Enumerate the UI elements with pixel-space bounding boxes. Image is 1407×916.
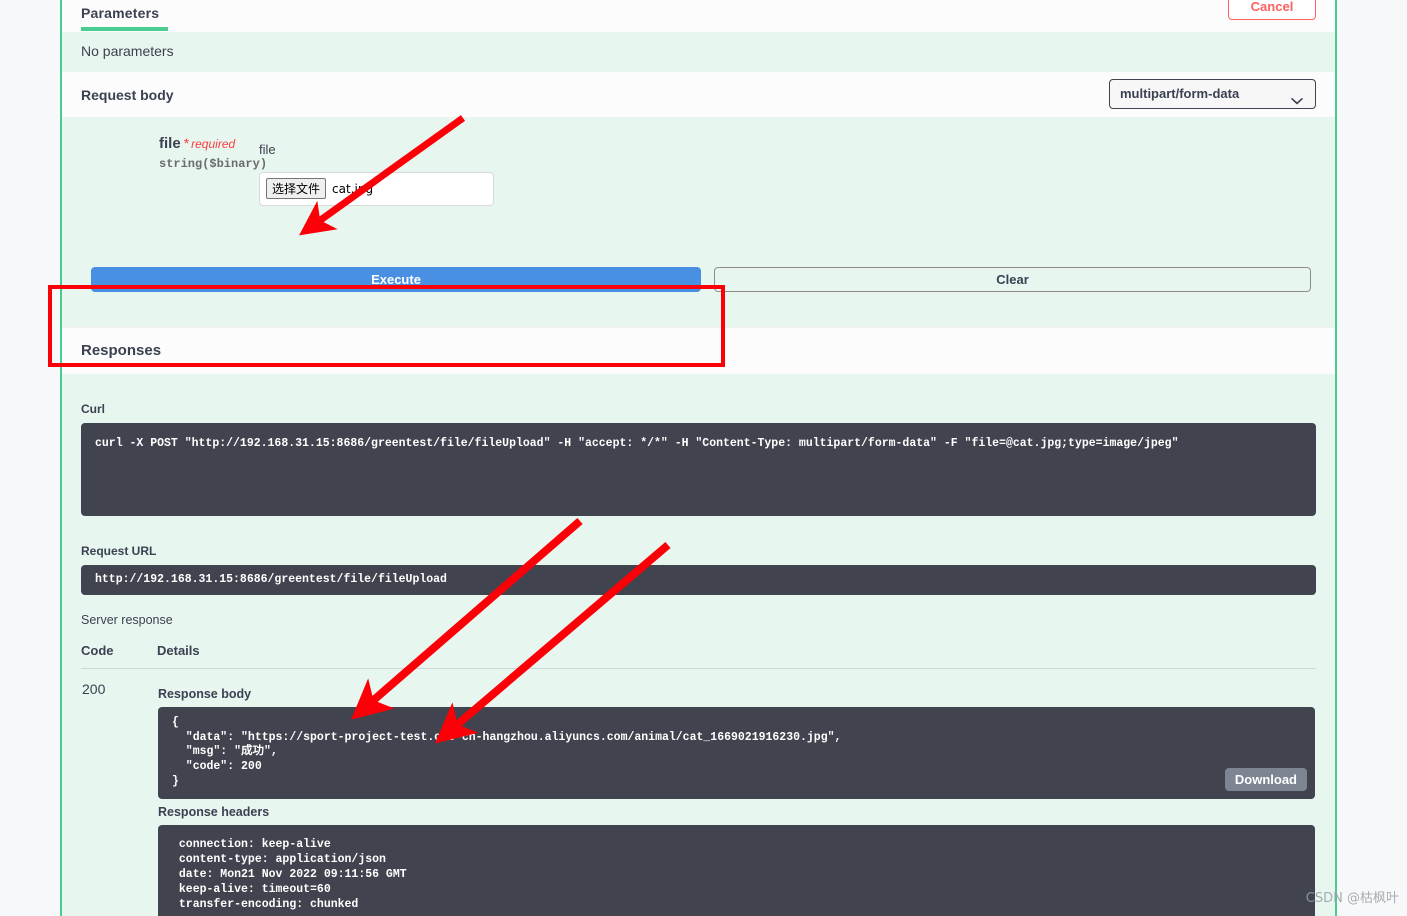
- clear-button[interactable]: Clear: [714, 267, 1311, 292]
- execute-row: Execute Clear: [62, 239, 1335, 327]
- tab-active-underline: [81, 27, 168, 31]
- table-row: 200 Response body { "data": "https://spo…: [81, 669, 1316, 916]
- response-headers-label: Response headers: [158, 804, 270, 819]
- parameter-name-column: file * required string($binary): [159, 135, 268, 171]
- tab-parameters[interactable]: Parameters: [81, 0, 159, 21]
- chevron-down-svg: [1291, 98, 1303, 105]
- cancel-button[interactable]: Cancel: [1228, 0, 1316, 20]
- server-response-table: Code Details 200 Response body { "data":…: [81, 637, 1316, 916]
- file-parameter-block: file * required string($binary) file 选择文件 c…: [62, 117, 1335, 239]
- media-type-value: multipart/form-data: [1120, 86, 1240, 101]
- parameter-description: file: [259, 142, 276, 157]
- column-header-details: Details: [157, 637, 1316, 669]
- required-label: required: [191, 137, 236, 151]
- responses-content: Curl curl -X POST "http://192.168.31.15:…: [62, 374, 1335, 916]
- file-input[interactable]: 选择文件 cat.jpg: [259, 172, 494, 206]
- response-body-label: Response body: [158, 687, 252, 701]
- response-code: 200: [82, 681, 106, 697]
- curl-code-block[interactable]: curl -X POST "http://192.168.31.15:8686/…: [81, 423, 1316, 516]
- table-header-row: Code Details: [81, 637, 1316, 669]
- response-body-block[interactable]: { "data": "https://sport-project-test.os…: [158, 707, 1315, 799]
- response-details-cell: Response body { "data": "https://sport-p…: [157, 669, 1316, 916]
- request-body-label: Request body: [81, 87, 174, 103]
- responses-heading: Responses: [62, 327, 1335, 374]
- watermark: CSDN @枯枫叶: [1305, 891, 1399, 906]
- request-url-value[interactable]: http://192.168.31.15:8686/greentest/file…: [81, 565, 1316, 595]
- request-url-label: Request URL: [81, 544, 157, 558]
- panel-tab-header: Parameters Cancel: [62, 0, 1335, 32]
- screenshot-root: Parameters Cancel No parameters Request …: [0, 0, 1407, 916]
- column-header-code: Code: [81, 637, 157, 669]
- request-body-row: Request body multipart/form-data: [62, 72, 1335, 117]
- media-type-select[interactable]: multipart/form-data: [1109, 79, 1316, 109]
- download-button[interactable]: Download: [1224, 767, 1307, 791]
- choose-file-button[interactable]: 选择文件: [266, 178, 327, 199]
- required-star-icon: *: [183, 135, 190, 151]
- selected-file-name: cat.jpg: [332, 181, 374, 196]
- no-parameters-row: No parameters: [62, 32, 1335, 72]
- execute-button[interactable]: Execute: [91, 267, 701, 292]
- curl-label: Curl: [81, 402, 105, 416]
- parameter-name: file: [159, 135, 181, 152]
- response-headers-block[interactable]: connection: keep-alive content-type: app…: [158, 824, 1315, 916]
- chevron-down-icon: [1291, 87, 1303, 115]
- parameter-type: string($binary): [159, 157, 268, 171]
- try-it-out-panel: Parameters Cancel No parameters Request …: [60, 0, 1337, 916]
- server-response-label: Server response: [81, 613, 173, 627]
- response-body-text: { "data": "https://sport-project-test.os…: [172, 716, 842, 788]
